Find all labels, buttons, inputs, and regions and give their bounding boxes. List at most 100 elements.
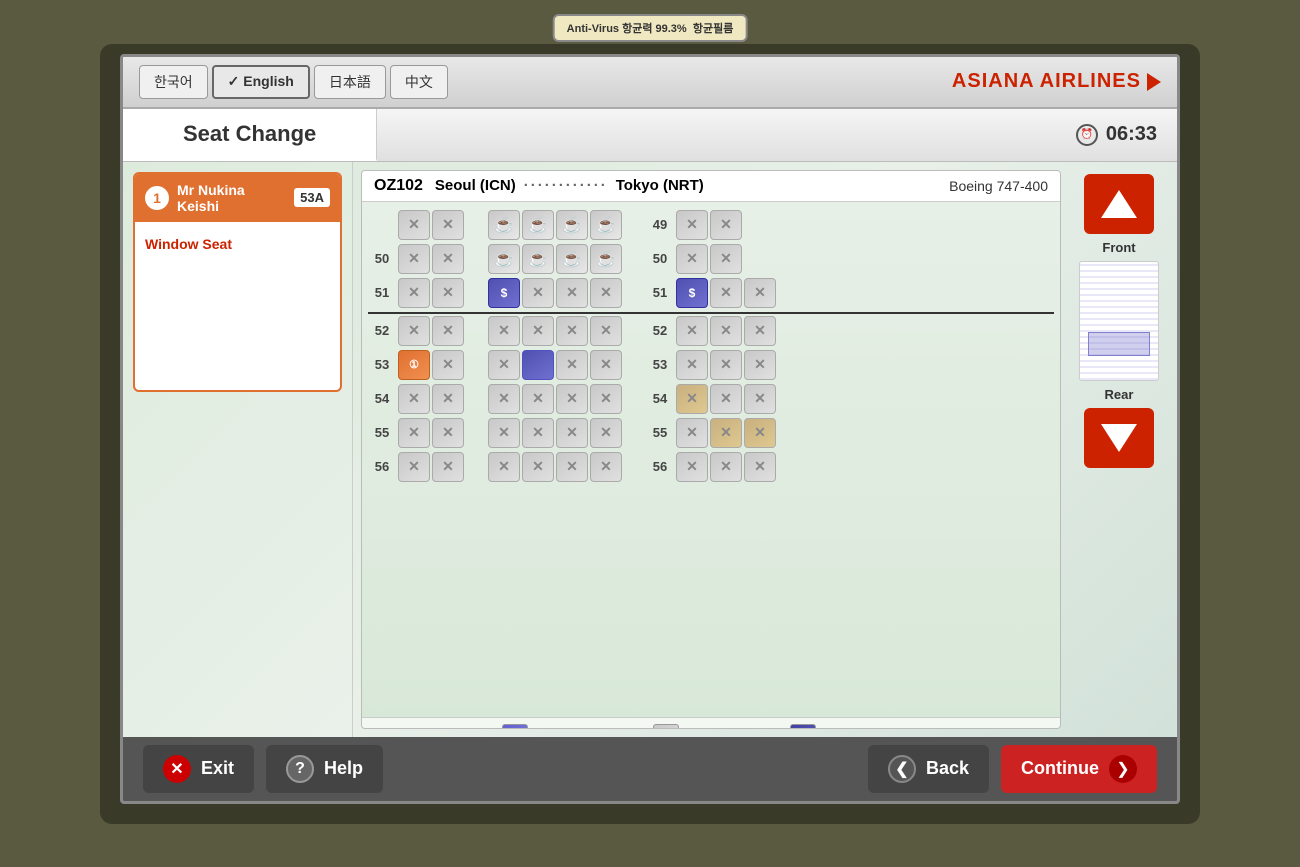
seat-52C[interactable] bbox=[488, 316, 520, 346]
seat-54A[interactable] bbox=[398, 384, 430, 414]
lang-btn-english[interactable]: ✓ English bbox=[212, 65, 310, 99]
mini-map-content bbox=[1080, 262, 1158, 380]
seat-50B[interactable] bbox=[432, 244, 464, 274]
seat-49G[interactable] bbox=[676, 210, 708, 240]
seat-54F[interactable] bbox=[590, 384, 622, 414]
table-row: 51 $ 51 $ bbox=[368, 278, 1054, 308]
seat-52I[interactable] bbox=[744, 316, 776, 346]
seat-54C[interactable] bbox=[488, 384, 520, 414]
content-area: 1 Mr Nukina Keishi 53A Window Seat OZ102… bbox=[123, 162, 1177, 737]
seat-52F[interactable] bbox=[590, 316, 622, 346]
flight-route: Seoul (ICN) ············ Tokyo (NRT) bbox=[435, 177, 704, 194]
help-label: Help bbox=[324, 758, 363, 779]
seat-54E[interactable] bbox=[556, 384, 588, 414]
seat-54G[interactable] bbox=[676, 384, 708, 414]
exit-button[interactable]: ✕ Exit bbox=[143, 745, 254, 793]
continue-button[interactable]: Continue ❯ bbox=[1001, 745, 1157, 793]
header-bar: 한국어 ✓ English 日本語 中文 ASIANA AIRLINES bbox=[123, 57, 1177, 109]
seat-53F[interactable] bbox=[590, 350, 622, 380]
seat-56E[interactable] bbox=[556, 452, 588, 482]
seat-56A[interactable] bbox=[398, 452, 430, 482]
chargeable-swatch: $ bbox=[790, 724, 816, 729]
seat-53A-current[interactable]: ① bbox=[398, 350, 430, 380]
seat-52B[interactable] bbox=[432, 316, 464, 346]
seat-55G[interactable] bbox=[676, 418, 708, 448]
seat-53G[interactable] bbox=[676, 350, 708, 380]
seat-51G-chargeable[interactable]: $ bbox=[676, 278, 708, 308]
seat-53B[interactable] bbox=[432, 350, 464, 380]
seat-56D[interactable] bbox=[522, 452, 554, 482]
seat-55D[interactable] bbox=[522, 418, 554, 448]
seat-51B[interactable] bbox=[432, 278, 464, 308]
seat-55E[interactable] bbox=[556, 418, 588, 448]
mini-map-indicator bbox=[1088, 332, 1150, 356]
seat-53I[interactable] bbox=[744, 350, 776, 380]
back-button[interactable]: ❮ Back bbox=[868, 745, 989, 793]
right-nav-panel: Front Rear bbox=[1069, 170, 1169, 729]
seat-56H[interactable] bbox=[710, 452, 742, 482]
seat-52H[interactable] bbox=[710, 316, 742, 346]
seat-50A[interactable] bbox=[398, 244, 430, 274]
seat-52G[interactable] bbox=[676, 316, 708, 346]
seat-52E[interactable] bbox=[556, 316, 588, 346]
legend-bar: Unoccupied Seat ✕ Occupied Seat $ Charge… bbox=[362, 717, 1060, 729]
seat-49D-cup[interactable]: ☕ bbox=[522, 210, 554, 240]
seat-50C-cup[interactable]: ☕ bbox=[488, 244, 520, 274]
seat-55I[interactable] bbox=[744, 418, 776, 448]
seat-56C[interactable] bbox=[488, 452, 520, 482]
scroll-down-button[interactable] bbox=[1084, 408, 1154, 468]
seat-49E-cup[interactable]: ☕ bbox=[556, 210, 588, 240]
seat-49A[interactable] bbox=[398, 210, 430, 240]
seat-51C-chargeable[interactable]: $ bbox=[488, 278, 520, 308]
seat-53C[interactable] bbox=[488, 350, 520, 380]
seat-50G[interactable] bbox=[676, 244, 708, 274]
seat-53E[interactable] bbox=[556, 350, 588, 380]
seat-51E[interactable] bbox=[556, 278, 588, 308]
seat-49B[interactable] bbox=[432, 210, 464, 240]
help-button[interactable]: ? Help bbox=[266, 745, 383, 793]
seat-49F-cup[interactable]: ☕ bbox=[590, 210, 622, 240]
seat-51H[interactable] bbox=[710, 278, 742, 308]
occupied-swatch: ✕ bbox=[653, 724, 679, 729]
seat-51F[interactable] bbox=[590, 278, 622, 308]
flight-destination: Tokyo (NRT) bbox=[616, 177, 704, 194]
seat-55H[interactable] bbox=[710, 418, 742, 448]
seat-51I[interactable] bbox=[744, 278, 776, 308]
scroll-up-button[interactable] bbox=[1084, 174, 1154, 234]
seat-49H[interactable] bbox=[710, 210, 742, 240]
lang-btn-japanese[interactable]: 日本語 bbox=[314, 65, 386, 99]
seat-52D[interactable] bbox=[522, 316, 554, 346]
title-bar: Seat Change ⏰ 06:33 bbox=[123, 109, 1177, 162]
time-display: ⏰ 06:33 bbox=[1076, 123, 1177, 146]
seat-54B[interactable] bbox=[432, 384, 464, 414]
seat-56F[interactable] bbox=[590, 452, 622, 482]
exit-icon: ✕ bbox=[163, 755, 191, 783]
seat-54I[interactable] bbox=[744, 384, 776, 414]
seat-53H[interactable] bbox=[710, 350, 742, 380]
seat-55C[interactable] bbox=[488, 418, 520, 448]
seat-56B[interactable] bbox=[432, 452, 464, 482]
language-selector: 한국어 ✓ English 日本語 中文 bbox=[139, 65, 448, 99]
seat-54D[interactable] bbox=[522, 384, 554, 414]
seat-53D-unoccupied[interactable] bbox=[522, 350, 554, 380]
seat-51A[interactable] bbox=[398, 278, 430, 308]
seat-50E-cup[interactable]: ☕ bbox=[556, 244, 588, 274]
seat-55F[interactable] bbox=[590, 418, 622, 448]
seat-50F-cup[interactable]: ☕ bbox=[590, 244, 622, 274]
seat-49C-cup[interactable]: ☕ bbox=[488, 210, 520, 240]
seat-55A[interactable] bbox=[398, 418, 430, 448]
seat-51D[interactable] bbox=[522, 278, 554, 308]
seat-55B[interactable] bbox=[432, 418, 464, 448]
seat-50D-cup[interactable]: ☕ bbox=[522, 244, 554, 274]
lang-btn-chinese[interactable]: 中文 bbox=[390, 65, 448, 99]
seat-50H[interactable] bbox=[710, 244, 742, 274]
lang-btn-korean[interactable]: 한국어 bbox=[139, 65, 208, 99]
seat-grid: ☕ ☕ ☕ ☕ 49 50 bbox=[362, 202, 1060, 717]
seat-56I[interactable] bbox=[744, 452, 776, 482]
seat-54H[interactable] bbox=[710, 384, 742, 414]
passenger-card: 1 Mr Nukina Keishi 53A Window Seat bbox=[133, 172, 342, 392]
seat-56G[interactable] bbox=[676, 452, 708, 482]
seat-52A[interactable] bbox=[398, 316, 430, 346]
clock-icon: ⏰ bbox=[1076, 124, 1098, 146]
main-screen: 한국어 ✓ English 日本語 中文 ASIANA AIRLINES Sea… bbox=[120, 54, 1180, 804]
